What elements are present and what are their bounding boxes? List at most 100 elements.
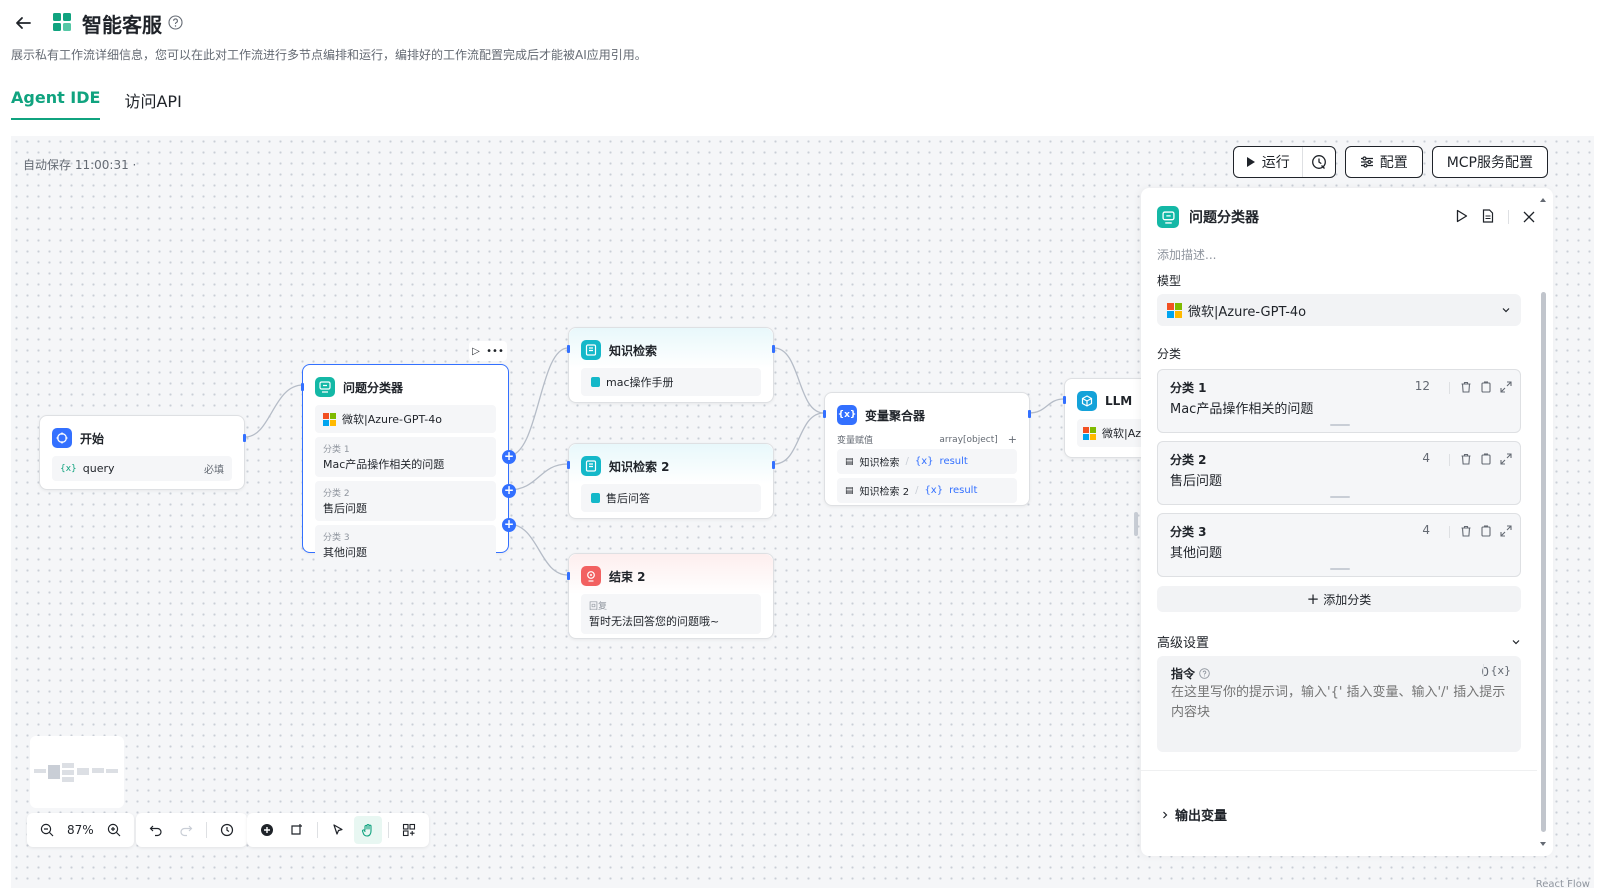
panel-resize-handle[interactable] [1134,512,1138,536]
aggregator-output-handle[interactable] [1028,410,1031,418]
delete-icon[interactable] [1460,522,1472,541]
end2-reply-label: 回复 [589,602,608,612]
hand-mode-button[interactable] [354,816,382,844]
play-outline-icon [1456,209,1468,222]
insert-variable-button[interactable]: {x} [1483,664,1511,677]
add-node-button[interactable] [253,816,281,844]
divider [1508,210,1509,224]
pointer-mode-button[interactable] [324,816,352,844]
aggregator-input-handle[interactable] [823,410,826,418]
aggregator-node-icon: {x} [837,405,857,425]
hand-icon [361,823,372,837]
mcp-config-button[interactable]: MCP服务配置 [1431,146,1548,178]
run-node-button[interactable] [1456,208,1468,227]
class-card[interactable]: 分类 1 Mac产品操作相关的问题 12 [1157,369,1521,433]
divider [206,822,207,838]
expand-icon[interactable] [1500,522,1512,541]
sliders-icon [1360,156,1373,168]
scrollbar-thumb[interactable] [1541,292,1546,832]
add-note-button[interactable] [283,816,311,844]
panel-description-input[interactable]: 添加描述... [1157,246,1216,263]
start-var-row: {x} query 必填 [52,456,232,481]
zoom-out-icon [40,823,54,837]
instruction-input[interactable] [1171,683,1507,743]
minimap-preview [34,763,118,782]
add-var-icon[interactable]: + [1008,433,1017,446]
run-button[interactable]: 运行 [1234,147,1302,177]
resize-grip[interactable] [1330,496,1350,498]
advanced-settings-toggle[interactable]: 高级设置 [1157,632,1521,651]
tab-agent-ide[interactable]: Agent IDE [11,88,101,120]
divider [1449,381,1450,394]
class-3-output-handle[interactable]: + [502,518,516,532]
page-description: 展示私有工作流详细信息，您可以在此对工作流进行多节点编排和运行，编排好的工作流配… [11,48,647,62]
divider [1141,770,1537,771]
node-knowledge-retrieval-2[interactable]: 知识检索 2 售后问答 [567,443,775,519]
model-select[interactable]: 微软|Azure-GPT-4o [1157,294,1521,326]
node-question-classifier[interactable]: 问题分类器 微软|Azure-GPT-4o 分类 1 Mac产品操作相关的问题 … [301,364,516,565]
expand-icon[interactable] [1500,378,1512,397]
panel-scrollbar[interactable] [1538,196,1548,848]
kb2-output-handle[interactable] [772,461,775,469]
config-button[interactable]: 配置 [1344,146,1423,178]
help-icon[interactable] [168,15,183,30]
node-end-2[interactable]: 结束 2 回复 暂时无法回答您的问题哦~ [567,553,774,639]
class-card-text[interactable]: 售后问题 [1170,470,1222,489]
zoom-in-button[interactable] [100,816,128,844]
classifier-input-handle[interactable] [301,383,304,391]
redo-button[interactable] [172,816,200,844]
kb1-output-handle[interactable] [772,345,775,353]
mcp-config-label: MCP服务配置 [1446,155,1533,171]
class-card-text[interactable]: 其他问题 [1170,542,1222,561]
help-icon[interactable] [1199,668,1210,679]
class-card-text[interactable]: Mac产品操作相关的问题 [1170,398,1313,417]
resize-grip[interactable] [1330,568,1350,570]
llm-node-title: LLM [1105,394,1133,408]
node-start[interactable]: 开始 {x} query 必填 [39,415,246,490]
class-1-output-handle[interactable]: + [502,450,516,464]
minimap[interactable] [30,736,124,808]
undo-button[interactable] [142,816,170,844]
output-variables-label: 输出变量 [1175,809,1228,824]
separator: / [915,485,919,496]
layout-icon [402,823,416,837]
node-doc-button[interactable] [1482,208,1494,227]
end2-reply-text: 暂时无法回答您的问题哦~ [589,615,720,628]
class-2-output-handle[interactable]: + [502,484,516,498]
delete-icon[interactable] [1460,450,1472,469]
run-node-icon[interactable]: ▷ [472,346,480,357]
kb2-input-handle[interactable] [567,461,570,469]
copy-icon[interactable] [1480,450,1492,469]
resize-grip[interactable] [1330,424,1350,426]
history-button[interactable] [213,816,241,844]
run-history-button[interactable] [1301,147,1335,177]
react-flow-attribution[interactable]: React Flow [1536,879,1590,888]
tab-access-api[interactable]: 访问API [124,88,181,120]
expand-icon[interactable] [1500,450,1512,469]
more-icon[interactable]: ••• [486,346,504,357]
auto-layout-button[interactable] [395,816,423,844]
edge-classifier-kb1 [507,347,569,457]
plus-icon: + [1306,589,1320,608]
delete-icon[interactable] [1460,378,1472,397]
kb1-input-handle[interactable] [567,345,570,353]
class-card-count: 12 [1414,379,1430,393]
scroll-up-icon[interactable] [1538,196,1548,204]
add-class-button[interactable]: + 添加分类 [1157,586,1521,612]
end2-input-handle[interactable] [567,572,570,580]
node-variable-aggregator[interactable]: {x} 变量聚合器 变量赋值 array[object] + ▤ 知识检索 / … [823,392,1031,506]
zoom-out-button[interactable] [33,816,61,844]
output-variables-toggle[interactable]: 输出变量 [1161,805,1227,824]
llm-input-handle[interactable] [1063,396,1066,404]
back-button[interactable] [12,12,34,34]
copy-icon[interactable] [1480,522,1492,541]
copy-icon[interactable] [1480,378,1492,397]
class-card[interactable]: 分类 2 售后问题 4 [1157,441,1521,505]
node-knowledge-retrieval-1[interactable]: 知识检索 mac操作手册 [567,327,775,403]
add-class-label: 添加分类 [1323,592,1372,607]
model-select-value: 微软|Azure-GPT-4o [1188,304,1307,320]
scroll-down-icon[interactable] [1538,840,1548,848]
close-panel-button[interactable] [1523,208,1535,227]
start-output-handle[interactable] [243,434,246,442]
class-card[interactable]: 分类 3 其他问题 4 [1157,513,1521,577]
